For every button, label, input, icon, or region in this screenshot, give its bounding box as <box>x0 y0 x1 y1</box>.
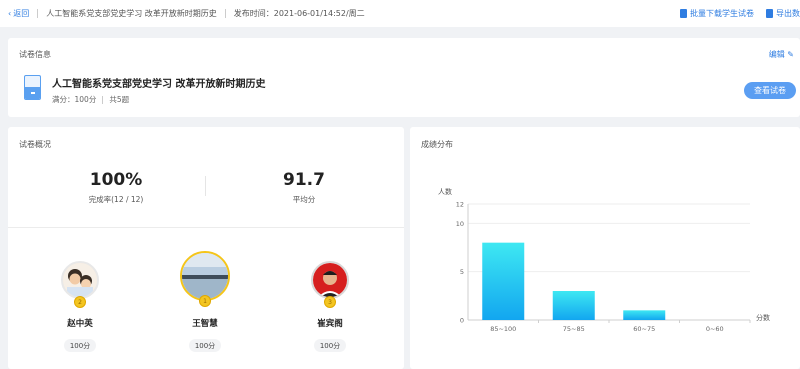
back-label: 返回 <box>13 9 30 18</box>
exam-title: 人工智能系党支部党史学习 改革开放新时期历史 <box>46 9 217 18</box>
rank-medal-icon: 2 <box>74 296 86 308</box>
divider <box>8 227 404 228</box>
avatar <box>180 251 230 301</box>
y-tick-label: 0 <box>460 317 464 325</box>
bar <box>482 242 525 320</box>
divider <box>102 95 104 104</box>
average-label: 平均分 <box>292 195 316 204</box>
document-icon <box>766 9 773 18</box>
back-button[interactable]: ‹ 返回 <box>8 8 29 19</box>
completion-value: 100% <box>89 170 143 190</box>
avatar-photo <box>63 263 97 297</box>
batch-download-label: 批量下载学生试卷 <box>690 9 754 18</box>
section-title: 试卷概况 <box>19 140 51 149</box>
pencil-icon: ✎ <box>787 50 794 59</box>
score-distribution-chart: 人数 0 5 10 12 85~100 75~85 60~75 0~60 分数 <box>438 187 770 333</box>
score-distribution-card: 成绩分布 人数 0 5 10 12 85~100 75~85 60~75 0~60 分数 <box>410 127 800 369</box>
student-name: 崔宾阁 <box>317 319 343 329</box>
student-score: 100分 <box>314 339 346 352</box>
top-student-card[interactable]: 2 赵中英 100分 <box>42 261 118 352</box>
view-paper-button[interactable]: 查看试卷 <box>744 82 796 99</box>
paper-meta: 满分：100分 共5题 <box>52 94 129 105</box>
avatar-photo <box>182 253 228 299</box>
top-bar: ‹ 返回 人工智能系党支部党史学习 改革开放新时期历史 发布时间：2021-06… <box>0 0 800 27</box>
average-stat: 91.7 平均分 <box>224 170 384 205</box>
full-score: 满分：100分 <box>52 95 97 104</box>
avatar <box>61 261 99 299</box>
y-axis-label: 人数 <box>438 187 452 196</box>
rank-medal-icon: 1 <box>199 295 211 307</box>
bar <box>623 310 666 320</box>
section-title: 试卷信息 <box>19 50 51 59</box>
overview-card: 试卷概况 100% 完成率(12 / 12) 91.7 平均分 2 赵中英 10… <box>8 127 404 369</box>
export-button[interactable]: 导出数 <box>766 8 800 19</box>
y-tick-label: 12 <box>456 201 464 209</box>
top-student-card[interactable]: 1 王智慧 100分 <box>167 251 243 352</box>
student-name: 王智慧 <box>192 319 218 329</box>
export-label: 导出数 <box>776 9 800 18</box>
student-name: 赵中英 <box>67 319 93 329</box>
average-value: 91.7 <box>283 170 325 190</box>
chevron-left-icon: ‹ <box>8 9 12 18</box>
x-tick-label: 0~60 <box>706 325 724 333</box>
divider <box>37 9 39 18</box>
rank-medal-icon: 3 <box>324 296 336 308</box>
paper-name: 人工智能系党支部党史学习 改革开放新时期历史 <box>52 79 266 90</box>
edit-label: 编辑 <box>768 50 785 59</box>
paper-icon <box>24 75 41 100</box>
y-tick-label: 5 <box>460 268 464 276</box>
avatar <box>311 261 349 299</box>
student-score: 100分 <box>189 339 221 352</box>
x-tick-label: 75~85 <box>563 325 585 333</box>
completion-label: 完成率(12 / 12) <box>88 195 144 204</box>
completion-stat: 100% 完成率(12 / 12) <box>36 170 196 205</box>
x-tick-label: 60~75 <box>633 325 655 333</box>
avatar-photo <box>313 263 347 297</box>
divider <box>205 176 206 196</box>
x-tick-label: 85~100 <box>490 325 516 333</box>
student-score: 100分 <box>64 339 96 352</box>
question-count: 共5题 <box>109 95 130 104</box>
publish-time: 发布时间：2021-06-01/14:52/周二 <box>233 9 365 18</box>
y-tick-label: 10 <box>456 220 464 228</box>
edit-button[interactable]: 编辑 ✎ <box>769 49 794 60</box>
divider <box>224 9 226 18</box>
batch-download-button[interactable]: 批量下载学生试卷 <box>680 8 754 19</box>
document-icon <box>680 9 687 18</box>
paper-info-card: 试卷信息 编辑 ✎ 人工智能系党支部党史学习 改革开放新时期历史 满分：100分… <box>8 38 800 117</box>
bar <box>552 291 595 320</box>
x-axis-label: 分数 <box>756 313 770 322</box>
top-student-card[interactable]: 3 崔宾阁 100分 <box>292 261 368 352</box>
